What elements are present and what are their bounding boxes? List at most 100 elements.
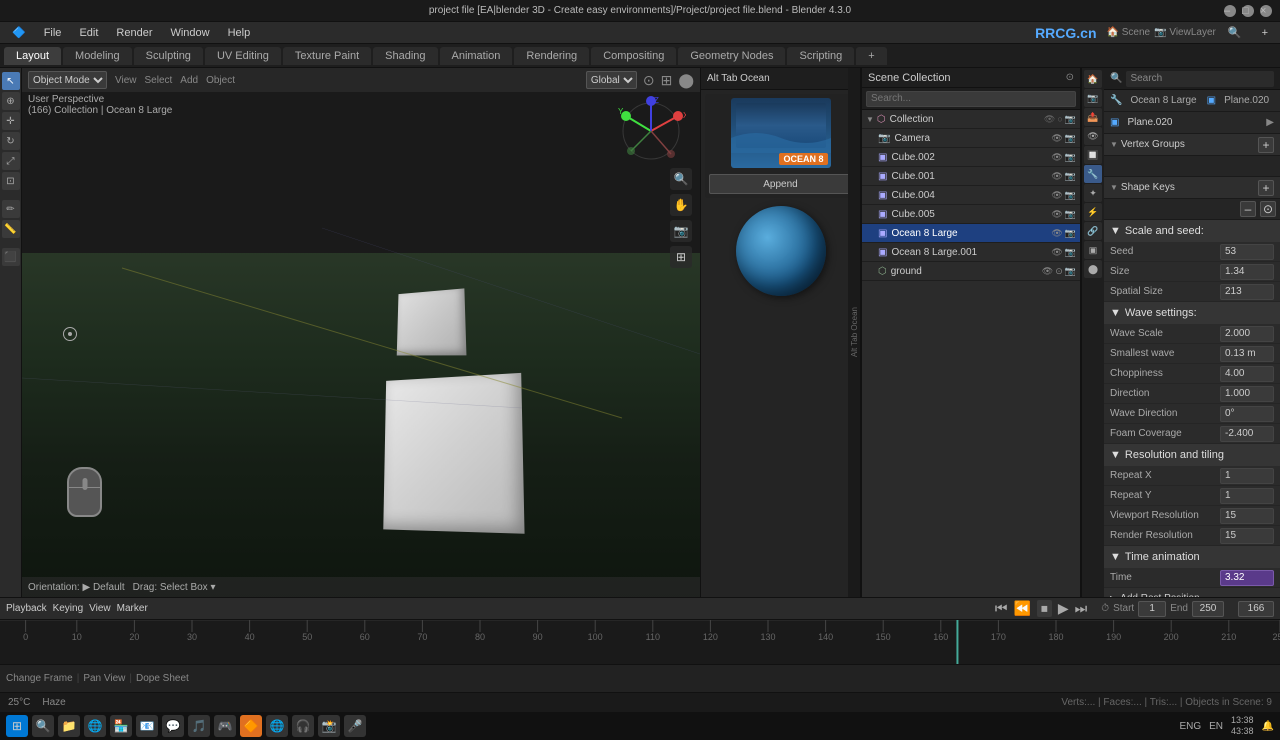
eye-icon[interactable]: 👁 <box>1051 171 1062 182</box>
spatial-size-value[interactable]: 213 <box>1220 284 1274 300</box>
search-icon[interactable]: 🔍 <box>1110 73 1122 84</box>
menu-help[interactable]: Help <box>220 25 259 41</box>
prop-tab-object[interactable]: 🔲 <box>1084 146 1102 164</box>
menu-edit[interactable]: Edit <box>71 25 106 41</box>
zoom-in-button[interactable]: 🔍 <box>670 168 692 190</box>
playback-label[interactable]: Playback <box>6 603 47 614</box>
jump-end-button[interactable]: ⏭ <box>1075 600 1088 617</box>
taskbar-spotify[interactable]: 🎵 <box>188 715 210 737</box>
properties-search[interactable]: Search <box>1126 71 1274 87</box>
tab-texture-paint[interactable]: Texture Paint <box>283 47 371 65</box>
shape-keys-header[interactable]: ▼ Shape Keys + <box>1104 177 1280 199</box>
sk-add-icon[interactable]: + <box>1258 180 1274 196</box>
taskbar-teams[interactable]: 💬 <box>162 715 184 737</box>
viewport[interactable]: Object Mode View Select Add Object Globa… <box>22 68 700 597</box>
grid-button[interactable]: ⊞ <box>670 246 692 268</box>
eye-icon[interactable]: 👁 <box>1051 228 1062 239</box>
wave-scale-value[interactable]: 2.000 <box>1220 326 1274 342</box>
view-menu[interactable]: View <box>115 75 137 86</box>
vg-add-button[interactable]: + <box>1258 137 1274 153</box>
wave-settings-header[interactable]: ▼ Wave settings: <box>1104 302 1280 324</box>
maximize-button[interactable]: □ <box>1242 5 1254 17</box>
camera-view-button[interactable]: 📷 <box>670 220 692 242</box>
taskbar-chrome[interactable]: 🌐 <box>266 715 288 737</box>
eye-icon[interactable]: 👁 <box>1051 133 1062 144</box>
render-icon[interactable]: 📷 <box>1065 133 1076 144</box>
tool-rotate[interactable]: ↻ <box>2 132 20 150</box>
collection-row-cube004[interactable]: ▣ Cube.004 👁 📷 <box>862 186 1080 205</box>
time-animation-header[interactable]: ▼ Time animation <box>1104 546 1280 568</box>
prop-tab-physics[interactable]: ⚡ <box>1084 203 1102 221</box>
collection-row-cube002[interactable]: ▣ Cube.002 👁 📷 <box>862 148 1080 167</box>
tool-transform[interactable]: ⊡ <box>2 172 20 190</box>
select-menu[interactable]: Select <box>145 75 173 86</box>
render-icon[interactable]: 📷 <box>1065 171 1076 182</box>
menu-file[interactable]: File <box>36 25 70 41</box>
tab-shading[interactable]: Shading <box>373 47 437 65</box>
repeat-x-value[interactable]: 1 <box>1220 468 1274 484</box>
magnet-icon[interactable]: ⊙ <box>643 72 655 89</box>
repeat-y-value[interactable]: 1 <box>1220 488 1274 504</box>
tab-add[interactable]: + <box>856 47 886 65</box>
taskbar-browser[interactable]: 🌐 <box>84 715 106 737</box>
collection-row-ocean8large001[interactable]: ▣ Ocean 8 Large.001 👁 📷 <box>862 243 1080 262</box>
prop-tab-data[interactable]: ▣ <box>1084 241 1102 259</box>
play-forward-button[interactable]: ▶ <box>1058 600 1069 617</box>
eye-icon[interactable]: 👁 <box>1044 114 1055 125</box>
render-icon[interactable]: 📷 <box>1065 209 1076 220</box>
sk-settings-button[interactable]: ⊙ <box>1260 201 1276 217</box>
taskbar-game[interactable]: 🎮 <box>214 715 236 737</box>
jump-start-button[interactable]: ⏮ <box>995 600 1008 617</box>
window-controls[interactable]: – □ × <box>1224 5 1272 17</box>
tab-modeling[interactable]: Modeling <box>63 47 132 65</box>
menu-render[interactable]: Render <box>108 25 160 41</box>
collection-row-cube005[interactable]: ▣ Cube.005 👁 📷 <box>862 205 1080 224</box>
tab-uv-editing[interactable]: UV Editing <box>205 47 281 65</box>
direction-value[interactable]: 1.000 <box>1220 386 1274 402</box>
tab-layout[interactable]: Layout <box>4 47 61 65</box>
sk-minus-button[interactable]: – <box>1240 201 1256 217</box>
render-resolution-value[interactable]: 15 <box>1220 528 1274 544</box>
render-icon[interactable]: 📷 <box>1065 190 1076 201</box>
expand-arrow[interactable]: ▶ <box>1266 117 1274 128</box>
eye-icon[interactable]: 👁 <box>1042 266 1053 277</box>
prop-tab-viewlayer[interactable]: 👁 <box>1084 127 1102 145</box>
tool-scale[interactable]: ⤢ <box>2 152 20 170</box>
choppiness-value[interactable]: 4.00 <box>1220 366 1274 382</box>
render-icon[interactable]: 📷 <box>1065 152 1076 163</box>
smallest-wave-value[interactable]: 0.13 m <box>1220 346 1274 362</box>
close-button[interactable]: × <box>1260 5 1272 17</box>
search-taskbar-button[interactable]: 🔍 <box>32 715 54 737</box>
prop-tab-modifier[interactable]: 🔧 <box>1084 165 1102 183</box>
orientation-select[interactable]: Global <box>586 71 637 89</box>
view-label[interactable]: View <box>89 603 111 614</box>
prop-tab-particles[interactable]: ✦ <box>1084 184 1102 202</box>
collection-row-ground[interactable]: ⬡ ground 👁 ⊙ 📷 <box>862 262 1080 281</box>
taskbar-app2[interactable]: 🎧 <box>292 715 314 737</box>
prop-tab-constraints[interactable]: 🔗 <box>1084 222 1102 240</box>
tool-measure[interactable]: 📏 <box>2 220 20 238</box>
tab-animation[interactable]: Animation <box>440 47 513 65</box>
wave-direction-value[interactable]: 0° <box>1220 406 1274 422</box>
collection-search-input[interactable] <box>866 91 1076 107</box>
add-icon[interactable]: + <box>1258 137 1274 153</box>
tool-annotate[interactable]: ✏ <box>2 200 20 218</box>
viewport-resolution-value[interactable]: 15 <box>1220 508 1274 524</box>
taskbar-app4[interactable]: 🎤 <box>344 715 366 737</box>
end-frame[interactable]: 250 <box>1192 601 1224 617</box>
tool-move[interactable]: ✛ <box>2 112 20 130</box>
visibility-icon[interactable]: ○ <box>1057 114 1062 125</box>
tool-add-cube[interactable]: ⬛ <box>2 248 20 266</box>
current-frame[interactable]: 166 <box>1238 601 1274 617</box>
collection-row-ocean8large[interactable]: ▣ Ocean 8 Large 👁 📷 <box>862 224 1080 243</box>
viewport-shading-icon[interactable]: ⬤ <box>678 72 694 89</box>
tool-select[interactable]: ↖ <box>2 72 20 90</box>
size-value[interactable]: 1.34 <box>1220 264 1274 280</box>
sk-add-button[interactable]: + <box>1258 180 1274 196</box>
taskbar-blender[interactable]: 🔶 <box>240 715 262 737</box>
start-frame[interactable]: 1 <box>1138 601 1166 617</box>
render-icon[interactable]: 📷 <box>1065 247 1076 258</box>
taskbar-app3[interactable]: 📸 <box>318 715 340 737</box>
search-button[interactable]: 🔍 <box>1220 24 1250 41</box>
start-button[interactable]: ⊞ <box>6 715 28 737</box>
